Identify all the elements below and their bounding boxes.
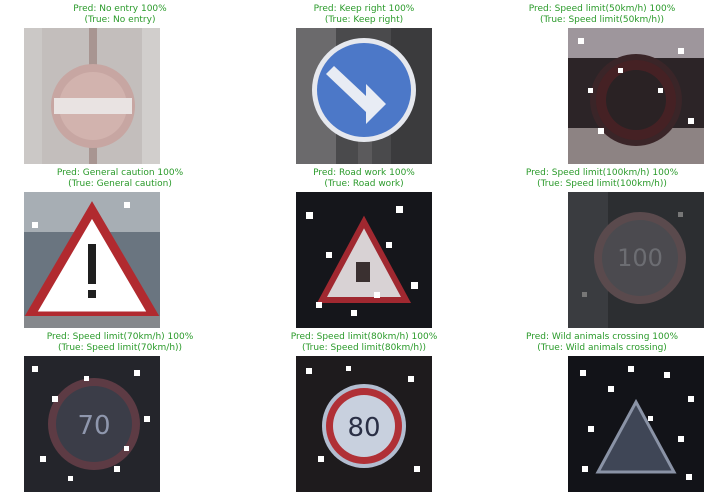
prediction-caption: Pred: Speed limit(50km/h) 100% (True: Sp…: [482, 4, 721, 26]
prediction-caption: Pred: Keep right 100% (True: Keep right): [244, 4, 484, 26]
speed-limit-sign-image: 70: [24, 356, 160, 492]
true-label: (True: Speed limit(50km/h)): [539, 15, 665, 25]
prediction-cell-speed-limit-70: Pred: Speed limit(70km/h) 100% (True: Sp…: [0, 332, 240, 498]
pred-label: Pred: Road work 100%: [313, 168, 415, 178]
prediction-caption: Pred: Speed limit(100km/h) 100% (True: S…: [482, 168, 721, 190]
true-label: (True: Road work): [324, 179, 404, 189]
svg-text:70: 70: [77, 411, 110, 441]
true-label: (True: Keep right): [324, 15, 404, 25]
pred-label: Pred: Wild animals crossing 100%: [525, 332, 679, 342]
pred-label: Pred: Speed limit(70km/h) 100%: [46, 332, 194, 342]
speed-limit-sign-image: [568, 28, 704, 164]
prediction-caption: Pred: General caution 100% (True: Genera…: [0, 168, 240, 190]
wild-animals-crossing-sign-image: [568, 356, 704, 492]
true-label: (True: Wild animals crossing): [537, 343, 667, 353]
true-label: (True: Speed limit(80km/h)): [301, 343, 427, 353]
prediction-cell-no-entry: Pred: No entry 100% (True: No entry): [0, 4, 240, 170]
prediction-cell-speed-limit-50: Pred: Speed limit(50km/h) 100% (True: Sp…: [482, 4, 721, 170]
no-entry-sign-image: [24, 28, 160, 164]
pred-label: Pred: Keep right 100%: [313, 4, 415, 14]
svg-text:100: 100: [617, 244, 663, 272]
prediction-cell-general-caution: Pred: General caution 100% (True: Genera…: [0, 168, 240, 334]
prediction-caption: Pred: Speed limit(70km/h) 100% (True: Sp…: [0, 332, 240, 354]
prediction-cell-keep-right: Pred: Keep right 100% (True: Keep right): [244, 4, 484, 170]
pred-label: Pred: General caution 100%: [56, 168, 184, 178]
prediction-caption: Pred: Speed limit(80km/h) 100% (True: Sp…: [244, 332, 484, 354]
true-label: (True: No entry): [84, 15, 156, 25]
pred-label: Pred: Speed limit(80km/h) 100%: [290, 332, 438, 342]
true-label: (True: General caution): [68, 179, 172, 189]
general-caution-sign-image: [24, 192, 160, 328]
true-label: (True: Speed limit(100km/h)): [537, 179, 667, 189]
prediction-cell-speed-limit-100: Pred: Speed limit(100km/h) 100% (True: S…: [482, 168, 721, 334]
prediction-caption: Pred: No entry 100% (True: No entry): [0, 4, 240, 26]
prediction-cell-wild-animals-crossing: Pred: Wild animals crossing 100% (True: …: [482, 332, 721, 498]
pred-label: Pred: Speed limit(50km/h) 100%: [528, 4, 676, 14]
keep-right-sign-image: [296, 28, 432, 164]
pred-label: Pred: Speed limit(100km/h) 100%: [525, 168, 679, 178]
prediction-cell-road-work: Pred: Road work 100% (True: Road work): [244, 168, 484, 334]
svg-text:80: 80: [347, 413, 380, 443]
road-work-sign-image: [296, 192, 432, 328]
prediction-caption: Pred: Wild animals crossing 100% (True: …: [482, 332, 721, 354]
speed-limit-sign-image: 100: [568, 192, 704, 328]
prediction-cell-speed-limit-80: Pred: Speed limit(80km/h) 100% (True: Sp…: [244, 332, 484, 498]
speed-limit-sign-image: 80: [296, 356, 432, 492]
pred-label: Pred: No entry 100%: [73, 4, 167, 14]
true-label: (True: Speed limit(70km/h)): [57, 343, 183, 353]
prediction-caption: Pred: Road work 100% (True: Road work): [244, 168, 484, 190]
